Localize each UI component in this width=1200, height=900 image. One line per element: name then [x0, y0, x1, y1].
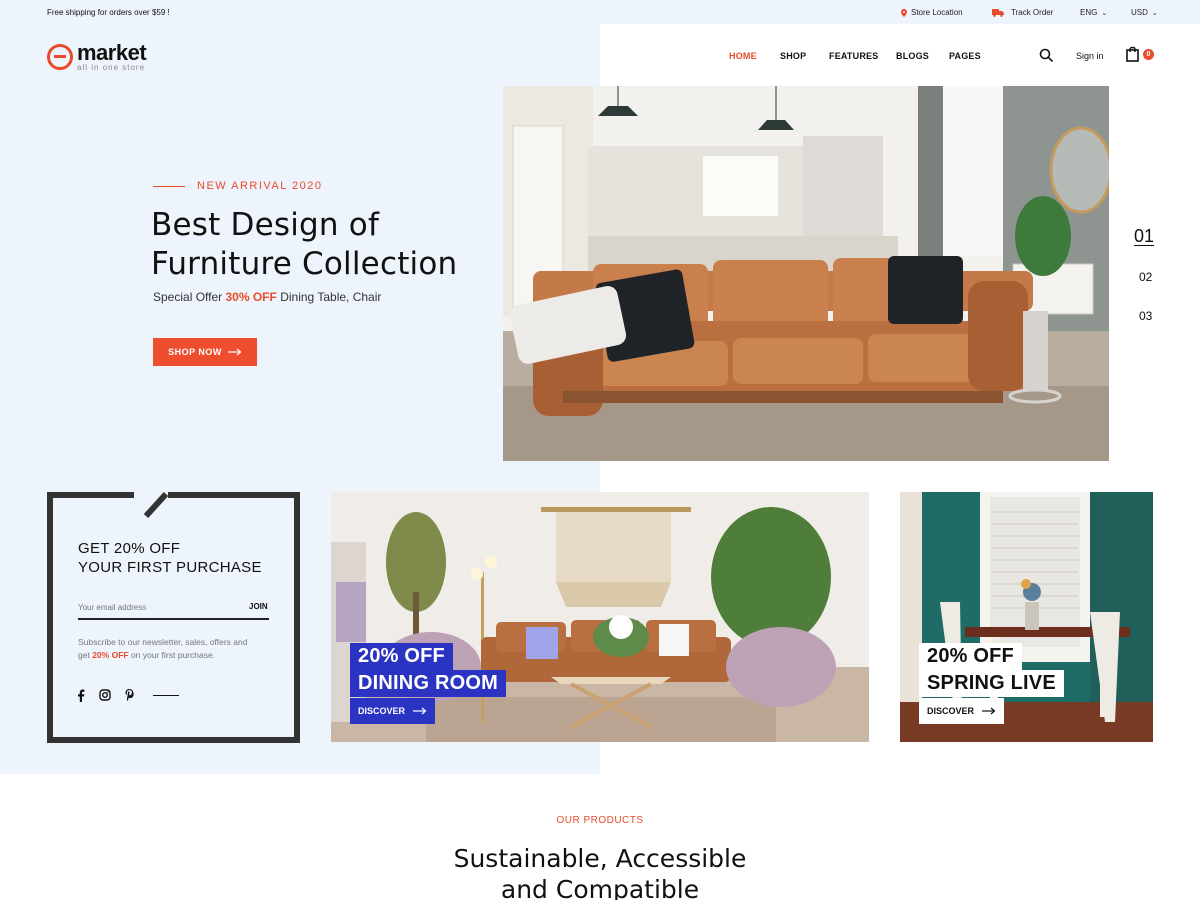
hero-eyebrow: NEW ARRIVAL 2020 [197, 180, 323, 192]
spring-promo-line1: 20% OFF [919, 643, 1022, 670]
spring-promo-line2: SPRING LIVE [919, 670, 1064, 697]
nav-home[interactable]: HOME [729, 51, 757, 61]
sign-in-link[interactable]: Sign in [1076, 51, 1104, 61]
facebook-icon[interactable] [77, 689, 85, 702]
dining-discover-label: DISCOVER [358, 706, 406, 716]
logo-e-icon [47, 44, 73, 70]
join-button[interactable]: JOIN [249, 602, 268, 611]
social-divider [153, 695, 179, 696]
logo-tagline: all in one store [77, 63, 146, 72]
hero-subtitle-highlight: 30% OFF [225, 290, 277, 304]
newsletter-desc-suffix: on your first purchase. [130, 650, 216, 660]
arrow-right-icon [982, 707, 996, 715]
track-order-label: Track Order [1011, 8, 1054, 17]
products-eyebrow: OUR PRODUCTS [556, 815, 644, 826]
nav-features[interactable]: FEATURES [829, 51, 878, 61]
newsletter-description: Subscribe to our newsletter, sales, offe… [78, 636, 278, 662]
hero-subtitle-prefix: Special Offer [153, 290, 223, 304]
currency-select[interactable]: USD ⌄ [1131, 8, 1158, 17]
truck-icon [992, 8, 1004, 17]
newsletter-desc-prefix: get [78, 650, 90, 660]
hero-subtitle-suffix: Dining Table, Chair [280, 290, 382, 304]
hero-title: Best Design of Furniture Collection [151, 206, 491, 284]
shopping-bag-icon [1126, 46, 1139, 62]
slide-2-indicator[interactable]: 02 [1139, 270, 1152, 284]
search-icon[interactable] [1039, 48, 1053, 62]
arrow-right-icon [413, 707, 427, 715]
slide-1-indicator[interactable]: 01 [1134, 226, 1154, 247]
location-pin-icon [901, 8, 907, 17]
newsletter-title-line2: YOUR FIRST PURCHASE [78, 559, 262, 576]
nav-shop[interactable]: SHOP [780, 51, 806, 61]
cart-button[interactable]: 0 [1126, 46, 1156, 64]
eyebrow-line [153, 186, 185, 187]
store-location-link[interactable]: Store Location [901, 8, 963, 17]
dining-promo-line1: 20% OFF [350, 643, 453, 670]
language-select[interactable]: ENG ⌄ [1080, 8, 1107, 17]
email-underline [78, 618, 269, 620]
nav-pages[interactable]: PAGES [949, 51, 981, 61]
products-title: Sustainable, Accessible and Compatible [0, 843, 1200, 900]
chevron-down-icon: ⌄ [1151, 9, 1158, 17]
newsletter-desc-highlight: 20% OFF [92, 650, 129, 660]
track-order-link[interactable]: Track Order [992, 8, 1053, 17]
hero-subtitle: Special Offer 30% OFF Dining Table, Chai… [153, 290, 381, 304]
slide-3-indicator[interactable]: 03 [1139, 309, 1152, 323]
products-title-line2: and Compatible [500, 875, 700, 900]
shop-now-label: SHOP NOW [168, 347, 222, 357]
newsletter-desc-line1: Subscribe to our newsletter, sales, offe… [78, 637, 248, 647]
logo[interactable]: market all in one store [47, 40, 147, 72]
shipping-notice: Free shipping for orders over $59 ! [47, 8, 170, 17]
hero-living-room-image [503, 86, 1109, 461]
newsletter-title-line1: GET 20% OFF [78, 540, 181, 557]
arrow-right-icon [227, 348, 242, 356]
instagram-icon[interactable] [99, 689, 111, 701]
dining-promo-line2: DINING ROOM [350, 670, 506, 697]
hero-title-line2: Furniture Collection [151, 246, 458, 282]
nav-blogs[interactable]: BLOGS [896, 51, 929, 61]
hero-title-line1: Best Design of [151, 207, 380, 243]
currency-value: USD [1131, 8, 1148, 17]
dining-discover-button[interactable]: DISCOVER [350, 698, 436, 724]
shop-now-button[interactable]: SHOP NOW [153, 338, 257, 366]
chevron-down-icon: ⌄ [1101, 9, 1108, 17]
products-title-line1: Sustainable, Accessible [453, 844, 747, 873]
language-value: ENG [1080, 8, 1098, 17]
cart-count-badge: 0 [1143, 49, 1154, 60]
email-input[interactable] [78, 601, 238, 613]
logo-word: market [77, 40, 147, 65]
store-location-label: Store Location [911, 8, 963, 17]
frame-slash-decoration [143, 491, 169, 519]
spring-discover-label: DISCOVER [927, 706, 975, 716]
spring-discover-button[interactable]: DISCOVER [919, 698, 1005, 724]
pinterest-icon[interactable] [124, 688, 135, 702]
